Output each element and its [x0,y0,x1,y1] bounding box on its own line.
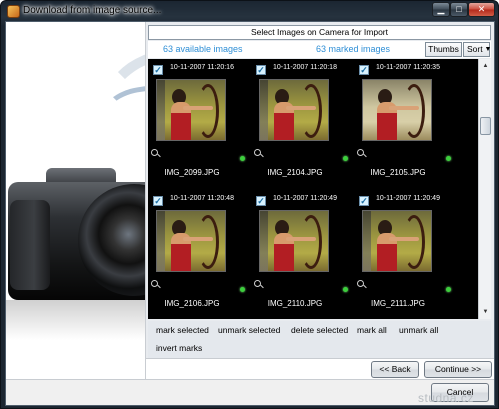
mark-checkbox[interactable]: ✓ [359,196,369,206]
mark-actions-bar: mark selected unmark selected delete sel… [148,321,491,358]
thumbnail-grid[interactable]: ✓ 10-11-2007 11:20:16 IMG_2099.JPG ✓ 10-… [148,59,478,319]
zoom-icon[interactable] [151,280,158,287]
thumbnail-cell[interactable]: ✓ 10-11-2007 11:20:48 IMG_2106.JPG [148,190,251,319]
app-icon [7,5,20,18]
image-filename: IMG_2099.JPG [164,168,220,177]
window-title: Download from image source... [23,5,162,16]
thumbnail-cell[interactable]: ✓ 10-11-2007 11:20:35 IMG_2105.JPG [354,59,457,190]
image-filename: IMG_2104.JPG [267,168,323,177]
marked-indicator-icon [240,287,245,292]
marked-indicator-icon [343,156,348,161]
dialog-client-area: Select Images on Camera for Import 63 av… [5,21,495,406]
wizard-nav-bar: << Back Continue >> [146,358,494,379]
image-filename: IMG_2106.JPG [164,299,220,308]
mark-all-link[interactable]: mark all [357,325,387,335]
zoom-icon[interactable] [254,149,261,156]
zoom-icon[interactable] [254,280,261,287]
image-filename: IMG_2110.JPG [267,299,323,308]
image-timestamp: 10-11-2007 11:20:48 [170,195,234,202]
scroll-up-icon[interactable]: ▲ [480,60,491,72]
image-timestamp: 10-11-2007 11:20:49 [273,195,337,202]
thumbnail-cell[interactable]: ✓ 10-11-2007 11:20:49 IMG_2111.JPG [354,190,457,319]
mark-checkbox[interactable]: ✓ [256,65,266,75]
thumbs-button[interactable]: Thumbs [425,42,462,57]
counts-bar: 63 available images 63 marked images Thu… [148,41,491,58]
image-filename: IMG_2105.JPG [370,168,426,177]
image-timestamp: 10-11-2007 11:20:35 [376,64,440,71]
mark-checkbox[interactable]: ✓ [153,65,163,75]
close-button[interactable]: ✕ [468,2,495,17]
camera-reflection [6,300,145,340]
mark-checkbox[interactable]: ✓ [153,196,163,206]
image-timestamp: 10-11-2007 11:20:18 [273,64,337,71]
panel-title: Select Images on Camera for Import [148,25,491,40]
marked-indicator-icon [343,287,348,292]
invert-marks-link[interactable]: invert marks [156,343,202,353]
unmark-selected-link[interactable]: unmark selected [218,325,280,335]
mark-selected-link[interactable]: mark selected [156,325,209,335]
image-thumbnail[interactable] [362,210,432,272]
image-thumbnail[interactable] [362,79,432,141]
mark-checkbox[interactable]: ✓ [256,196,266,206]
image-thumbnail[interactable] [156,210,226,272]
scroll-down-icon[interactable]: ▼ [480,306,491,318]
grid-scrollbar[interactable]: ▲ ▼ [478,59,491,319]
chevron-down-icon[interactable]: ▼ [484,43,492,56]
image-thumbnail[interactable] [156,79,226,141]
available-count: 63 available images [163,44,243,54]
mark-checkbox[interactable]: ✓ [359,65,369,75]
import-panel: Select Images on Camera for Import 63 av… [146,22,494,379]
back-button[interactable]: << Back [371,361,419,378]
camera-grip-icon [10,200,50,290]
image-timestamp: 10-11-2007 11:20:49 [376,195,440,202]
camera-illustration [6,22,145,379]
marked-indicator-icon [446,156,451,161]
zoom-icon[interactable] [357,280,364,287]
image-filename: IMG_2111.JPG [371,299,425,308]
maximize-button[interactable]: □ [450,2,468,17]
zoom-icon[interactable] [357,149,364,156]
zoom-icon[interactable] [151,149,158,156]
thumbnail-cell[interactable]: ✓ 10-11-2007 11:20:49 IMG_2110.JPG [251,190,354,319]
marked-indicator-icon [240,156,245,161]
application-window: Download from image source... ▁ □ ✕ Sele… [0,0,499,409]
minimize-button[interactable]: ▁ [432,2,450,17]
scrollbar-thumb[interactable] [480,117,491,135]
watermark: studna.cz [418,391,474,405]
delete-selected-link[interactable]: delete selected [291,325,348,335]
thumbnail-cell[interactable]: ✓ 10-11-2007 11:20:16 IMG_2099.JPG [148,59,251,190]
image-thumbnail[interactable] [259,210,329,272]
image-timestamp: 10-11-2007 11:20:16 [170,64,234,71]
unmark-all-link[interactable]: unmark all [399,325,438,335]
thumbnail-cell[interactable]: ✓ 10-11-2007 11:20:18 IMG_2104.JPG [251,59,354,190]
marked-indicator-icon [446,287,451,292]
continue-button[interactable]: Continue >> [424,361,492,378]
image-thumbnail[interactable] [259,79,329,141]
title-bar[interactable]: Download from image source... ▁ □ ✕ [1,1,498,21]
marked-count: 63 marked images [316,44,391,54]
